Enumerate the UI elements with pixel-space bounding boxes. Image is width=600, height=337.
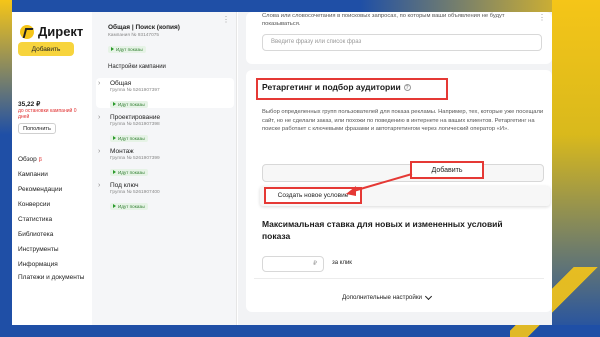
chevron-down-icon	[424, 292, 433, 300]
divider	[254, 278, 544, 279]
max-bid-title: Максимальная ставка для новых и измененн…	[262, 219, 503, 241]
nav-item-campaigns[interactable]: Кампании	[18, 167, 84, 182]
group-item[interactable]: › Под ключ Группа № 5261907400 Идут пока…	[96, 180, 234, 210]
negative-keywords-input[interactable]: Введите фразу или список фраз	[262, 34, 542, 51]
frame-left	[0, 0, 12, 337]
campaign-number: Кампания № 93147075	[108, 33, 160, 38]
nav-item-library[interactable]: Библиотека	[18, 227, 84, 242]
nav-item-overview[interactable]: Обзор β	[18, 152, 84, 167]
group-name: Под ключ	[110, 182, 139, 189]
more-vertical-icon[interactable]: ⋮	[222, 16, 230, 24]
nav-item-tools[interactable]: Инструменты	[18, 242, 84, 257]
play-icon	[113, 204, 116, 208]
negative-keywords-text: Слова или словосочетания в поисковых зап…	[262, 13, 505, 27]
nav-item-info[interactable]: Информация	[18, 257, 84, 272]
group-item[interactable]: › Монтаж Группа № 5261907399 Идут показы	[96, 146, 234, 176]
group-name: Монтаж	[110, 148, 134, 155]
direct-logo-icon	[20, 24, 34, 39]
more-settings-toggle[interactable]: Дополнительные настройки	[342, 292, 433, 301]
nav-item-statistics[interactable]: Статистика	[18, 212, 84, 227]
play-icon	[113, 136, 116, 140]
retargeting-title: Ретаргетинг и подбор аудитории?	[262, 82, 411, 92]
negative-keywords-card: Слова или словосочетания в поисковых зап…	[246, 12, 552, 64]
status-badge: Идут показы	[110, 168, 148, 176]
status-badge: Идут показы	[110, 202, 148, 210]
campaign-settings-link[interactable]: Настройки кампании	[108, 64, 166, 70]
balance-value: 35,22 ₽	[18, 101, 41, 108]
status-badge: Идут показы	[110, 100, 148, 108]
group-name: Проектирование	[110, 114, 161, 121]
add-condition-button[interactable]: Добавить	[410, 161, 484, 179]
play-icon	[113, 170, 116, 174]
left-nav: Директ Добавить 35,22 ₽ до остановки кам…	[12, 12, 92, 325]
group-item[interactable]: › Общая Группа № 5261907397 Идут показы	[96, 78, 234, 108]
chevron-right-icon: ›	[98, 114, 101, 121]
nav-item-conversions[interactable]: Конверсии	[18, 197, 84, 212]
balance-note: до остановки кампаний 0 дней	[18, 108, 77, 120]
nav-item-payments[interactable]: Платежи и документы	[18, 272, 84, 294]
max-bid-input[interactable]: ₽	[262, 256, 324, 272]
group-name: Общая	[110, 80, 132, 87]
beta-badge: β	[38, 157, 42, 163]
logo[interactable]: Директ	[20, 24, 83, 39]
campaign-tree: Общая | Поиск (копия) Кампания № 9314707…	[92, 12, 237, 325]
retargeting-description: Выбор определенных групп пользователей д…	[262, 109, 544, 132]
chevron-right-icon: ›	[98, 148, 101, 155]
chevron-right-icon: ›	[98, 182, 101, 189]
add-campaign-button[interactable]: Добавить	[18, 42, 74, 56]
play-icon	[111, 47, 114, 51]
nav-item-recommendations[interactable]: Рекомендации	[18, 182, 84, 197]
add-condition-bar[interactable]	[262, 164, 544, 182]
nav-menu: Обзор β Кампании Рекомендации Конверсии С…	[18, 152, 84, 294]
status-badge: Идут показы	[108, 45, 146, 53]
campaign-title: Общая | Поиск (копия)	[108, 24, 180, 31]
main-content: Слова или словосочетания в поисковых зап…	[238, 12, 552, 325]
group-number: Группа № 5261907400	[110, 190, 160, 195]
group-number: Группа № 5261907399	[110, 156, 160, 161]
app-screen: Директ Добавить 35,22 ₽ до остановки кам…	[12, 12, 552, 325]
status-badge: Идут показы	[110, 134, 148, 142]
group-item[interactable]: › Проектирование Группа № 5261907398 Иду…	[96, 112, 234, 142]
group-number: Группа № 5261907397	[110, 88, 160, 93]
max-bid-unit: за клик	[332, 260, 352, 266]
retargeting-card: Ретаргетинг и подбор аудитории? Выбор оп…	[246, 70, 552, 312]
help-icon[interactable]: ?	[403, 84, 411, 91]
campaign-header[interactable]: Общая | Поиск (копия) Кампания № 9314707…	[108, 24, 180, 56]
chevron-right-icon: ›	[98, 80, 101, 87]
topup-button[interactable]: Пополнить	[18, 123, 56, 134]
group-number: Группа № 5261907398	[110, 122, 160, 127]
frame-top	[0, 0, 600, 12]
add-dropdown-menu: Создать новое условие	[260, 186, 550, 206]
logo-text: Директ	[38, 24, 84, 39]
create-new-condition-item[interactable]: Создать новое условие	[264, 187, 362, 204]
more-vertical-icon[interactable]: ⋮	[538, 14, 546, 22]
play-icon	[113, 102, 116, 106]
